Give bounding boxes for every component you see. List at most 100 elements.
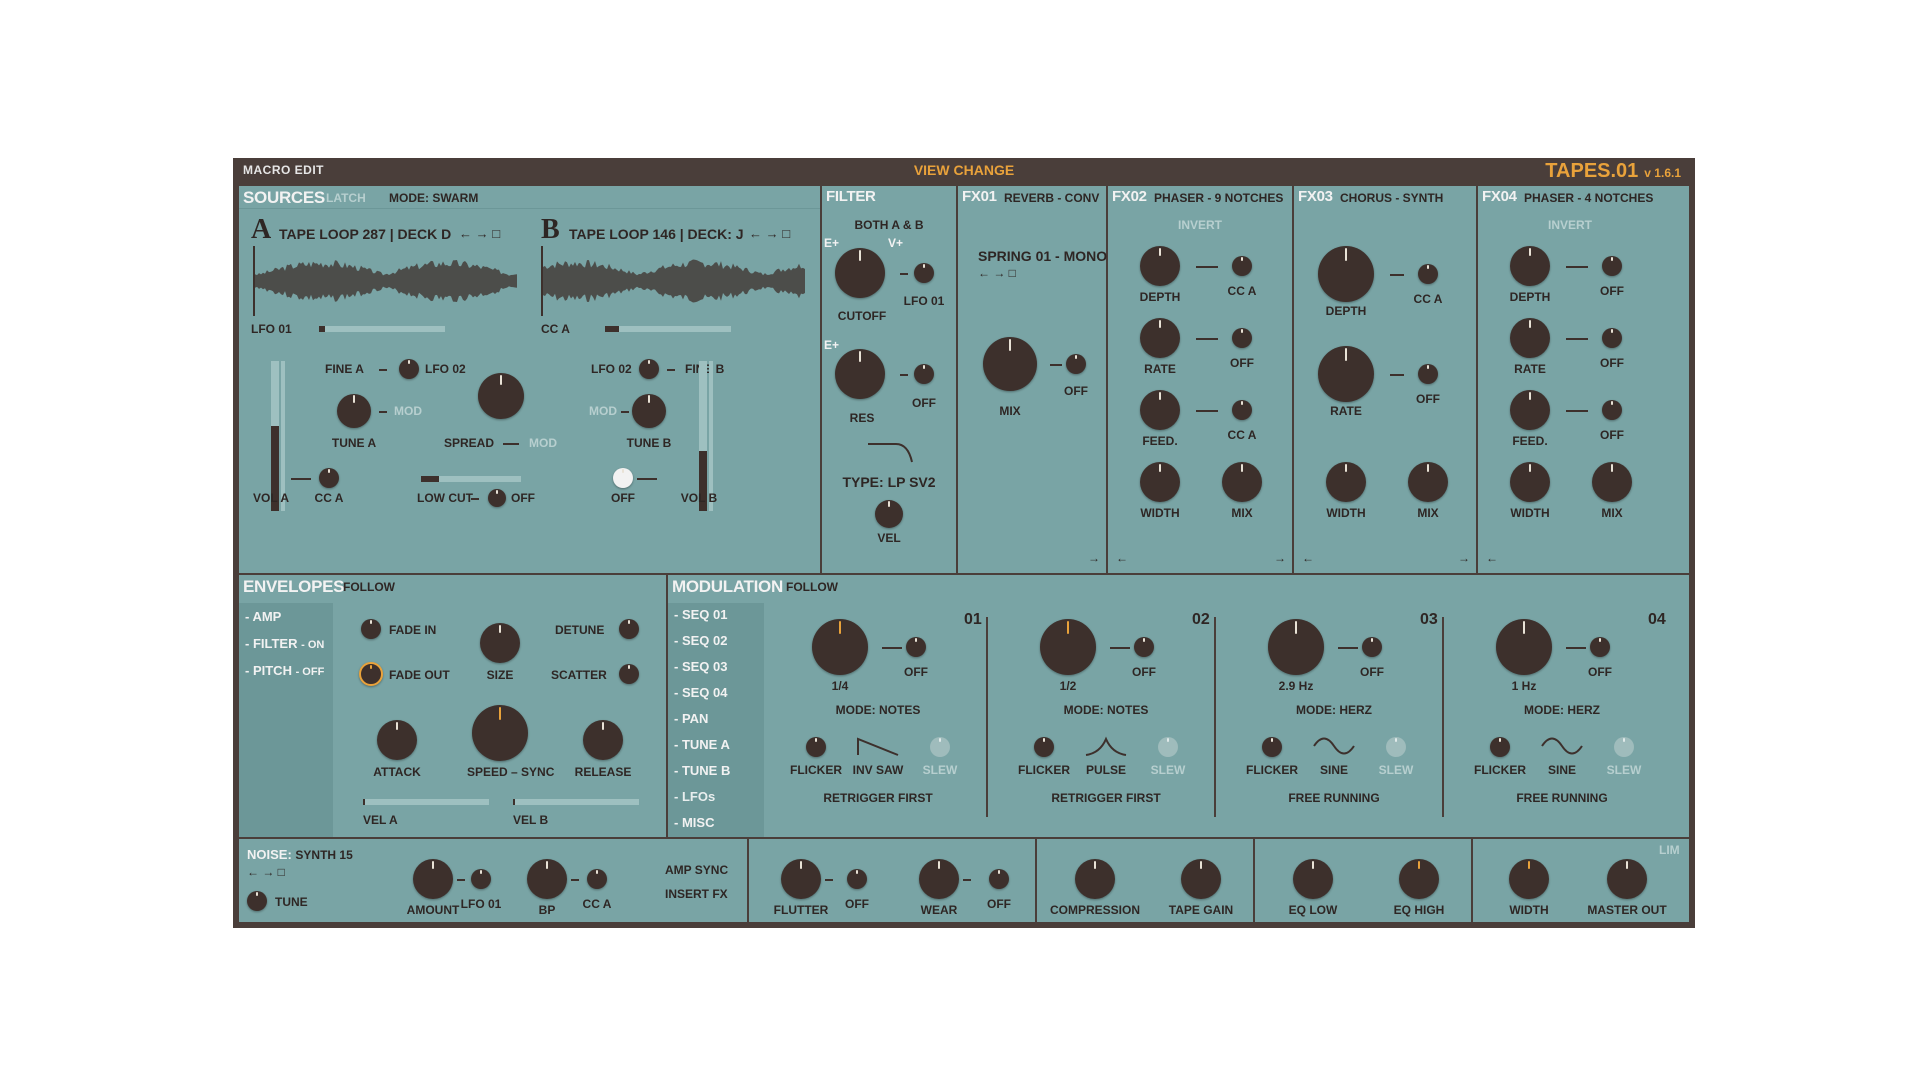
mod-item-seq02[interactable]: - SEQ 02 (674, 633, 727, 648)
fx02-depth-mod-knob[interactable] (1232, 256, 1252, 276)
fx01-nav-icons[interactable]: ← → □ (978, 266, 1016, 280)
fx01-mix-mod-knob[interactable] (1066, 354, 1086, 374)
scatter-knob[interactable] (619, 664, 639, 684)
lfo-rate-knob[interactable] (1040, 619, 1096, 675)
flutter-mod-knob[interactable] (847, 869, 867, 889)
fx03-rate-mod-knob[interactable] (1418, 364, 1438, 384)
fx04-rate-mod-knob[interactable] (1602, 328, 1622, 348)
noise-nav-icons[interactable]: ← → □ (247, 865, 285, 879)
fx03-right-arrow-icon[interactable]: → (1458, 551, 1470, 565)
filter-vel-knob[interactable] (875, 500, 903, 528)
lfo-flicker-knob[interactable] (1262, 737, 1282, 757)
filter-type[interactable]: TYPE: LP SV2 (842, 474, 935, 490)
detune-knob[interactable] (619, 619, 639, 639)
vol-a-meter[interactable] (271, 361, 279, 511)
fx02-feed-mod-knob[interactable] (1232, 400, 1252, 420)
inv-saw-shape-icon[interactable] (856, 735, 900, 757)
envelopes-follow[interactable]: FOLLOW (343, 580, 395, 594)
fade-out-knob[interactable] (359, 662, 383, 686)
fx02-left-arrow-icon[interactable]: ← (1116, 551, 1128, 565)
lfo-rate-mod-knob[interactable] (1590, 637, 1610, 657)
lfo-flicker-knob[interactable] (806, 737, 826, 757)
fx04-feed-mod-knob[interactable] (1602, 400, 1622, 420)
lfo-trigger-mode[interactable]: FREE RUNNING (1516, 791, 1607, 805)
mod-item-seq03[interactable]: - SEQ 03 (674, 659, 727, 674)
fx03-type[interactable]: CHORUS - SYNTH (1340, 191, 1443, 205)
source-a-waveform[interactable] (253, 246, 519, 316)
fx03-mix-knob[interactable] (1408, 462, 1448, 502)
lfo-rate-mod-knob[interactable] (1134, 637, 1154, 657)
vel-a-slider[interactable] (363, 799, 489, 805)
wear-mod-knob[interactable] (989, 869, 1009, 889)
fine-b-knob[interactable] (639, 359, 659, 379)
fx04-type[interactable]: PHASER - 4 NOTCHES (1524, 191, 1653, 205)
fx04-feed-knob[interactable] (1510, 390, 1550, 430)
fx03-depth-knob[interactable] (1318, 246, 1374, 302)
fx02-type[interactable]: PHASER - 9 NOTCHES (1154, 191, 1283, 205)
lfo-mode[interactable]: MODE: HERZ (1524, 703, 1600, 717)
width-knob[interactable] (1509, 859, 1549, 899)
eq-high-knob[interactable] (1399, 859, 1439, 899)
sine-shape-icon[interactable] (1540, 735, 1584, 757)
vol-a-mod-knob[interactable] (319, 468, 339, 488)
lfo-rate-knob[interactable] (1496, 619, 1552, 675)
fx02-depth-knob[interactable] (1140, 246, 1180, 286)
mod-item-tune-a[interactable]: - TUNE A (674, 737, 730, 752)
tune-a-knob[interactable] (337, 394, 371, 428)
fx02-right-arrow-icon[interactable]: → (1274, 551, 1286, 565)
noise-bp-mod-knob[interactable] (587, 869, 607, 889)
fx02-invert-toggle[interactable]: INVERT (1178, 218, 1222, 232)
noise-bp-knob[interactable] (527, 859, 567, 899)
source-a-nav-icons[interactable]: ← → □ (459, 226, 500, 241)
flutter-knob[interactable] (781, 859, 821, 899)
lfo-flicker-knob[interactable] (1034, 737, 1054, 757)
fade-in-knob[interactable] (361, 619, 381, 639)
speed-knob[interactable] (472, 705, 528, 761)
mode-select[interactable]: MODE: SWARM (389, 191, 478, 205)
lfo-trigger-mode[interactable]: RETRIGGER FIRST (823, 791, 932, 805)
noise-value[interactable]: SYNTH 15 (295, 848, 352, 862)
source-a-name[interactable]: TAPE LOOP 287 | DECK D (279, 226, 451, 242)
low-cut-mod-knob[interactable] (488, 489, 506, 507)
fx04-left-arrow-icon[interactable]: ← (1486, 551, 1498, 565)
noise-amount-mod-knob[interactable] (471, 869, 491, 889)
view-change-button[interactable]: VIEW CHANGE (233, 162, 1695, 178)
fine-a-knob[interactable] (399, 359, 419, 379)
fx02-feed-knob[interactable] (1140, 390, 1180, 430)
pulse-shape-icon[interactable] (1084, 735, 1128, 757)
fx03-left-arrow-icon[interactable]: ← (1302, 551, 1314, 565)
envelope-item-pitch[interactable]: - PITCH - OFF (245, 663, 324, 678)
fx01-type[interactable]: REVERB - CONV (1004, 191, 1099, 205)
fx04-invert-toggle[interactable]: INVERT (1548, 218, 1592, 232)
lfo-slew-knob[interactable] (930, 737, 950, 757)
lfo-mode[interactable]: MODE: NOTES (1064, 703, 1149, 717)
source-b-position-slider[interactable] (605, 326, 731, 332)
fx02-mix-knob[interactable] (1222, 462, 1262, 502)
lfo-slew-knob[interactable] (1158, 737, 1178, 757)
fx02-rate-knob[interactable] (1140, 318, 1180, 358)
mod-item-pan[interactable]: - PAN (674, 711, 708, 726)
wear-knob[interactable] (919, 859, 959, 899)
lfo-flicker-knob[interactable] (1490, 737, 1510, 757)
filter-target[interactable]: BOTH A & B (854, 218, 923, 232)
lim-toggle[interactable]: LIM (1659, 843, 1680, 857)
source-b-name[interactable]: TAPE LOOP 146 | DECK: J (569, 226, 744, 242)
res-mod-knob[interactable] (914, 364, 934, 384)
fx04-depth-mod-knob[interactable] (1602, 256, 1622, 276)
lfo-mode[interactable]: MODE: HERZ (1296, 703, 1372, 717)
lfo-slew-knob[interactable] (1386, 737, 1406, 757)
fx02-width-knob[interactable] (1140, 462, 1180, 502)
mod-item-misc[interactable]: - MISC (674, 815, 714, 830)
compression-knob[interactable] (1075, 859, 1115, 899)
noise-tune-knob[interactable] (247, 891, 267, 911)
modulation-follow[interactable]: FOLLOW (786, 580, 838, 594)
eq-low-knob[interactable] (1293, 859, 1333, 899)
tape-gain-knob[interactable] (1181, 859, 1221, 899)
mod-item-seq01[interactable]: - SEQ 01 (674, 607, 727, 622)
lfo-rate-mod-knob[interactable] (1362, 637, 1382, 657)
fx04-depth-knob[interactable] (1510, 246, 1550, 286)
envelope-item-amp[interactable]: - AMP (245, 609, 281, 624)
fx03-width-knob[interactable] (1326, 462, 1366, 502)
mod-item-tune-b[interactable]: - TUNE B (674, 763, 730, 778)
insert-fx-toggle[interactable]: INSERT FX (665, 887, 728, 901)
